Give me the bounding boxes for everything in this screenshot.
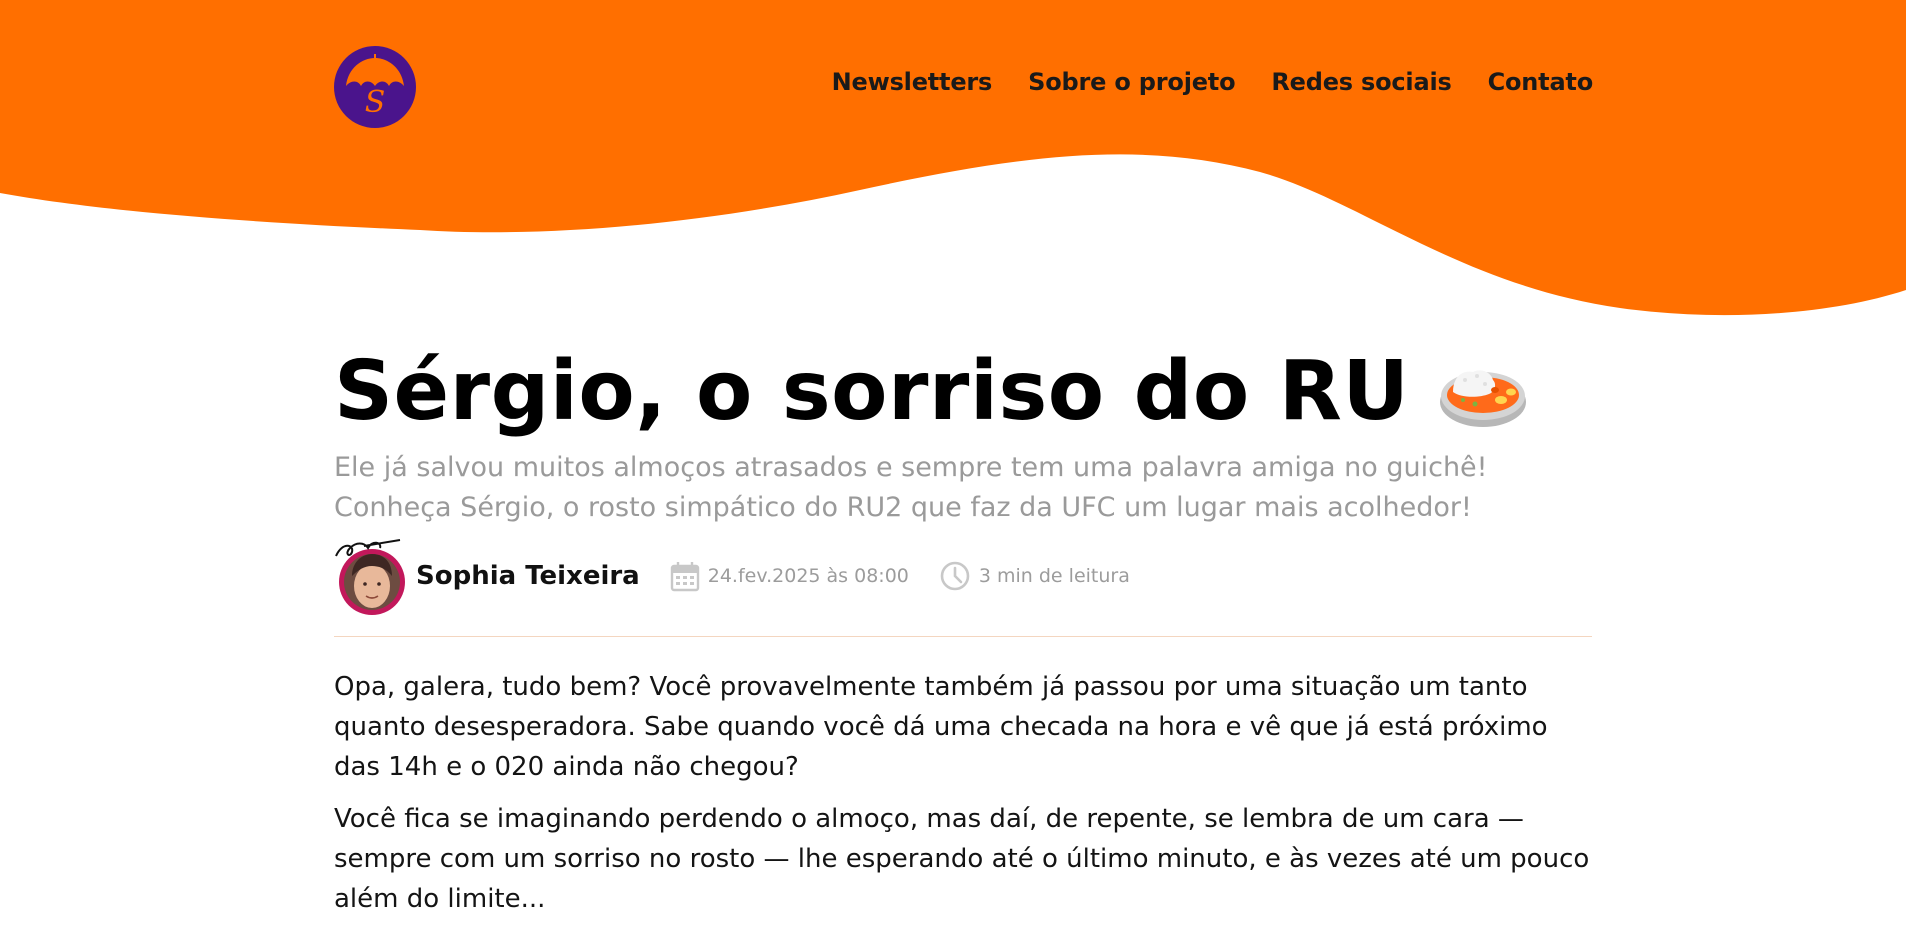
publish-date-text: 24.fev.2025 às 08:00 — [707, 565, 909, 587]
reading-time: 3 min de leitura — [939, 560, 1130, 592]
title-row: Sérgio, o sorriso do RU — [334, 340, 1592, 444]
article: Sérgio, o sorriso do RU Ele já salvou mu… — [334, 340, 1592, 931]
site-logo[interactable]: S — [334, 46, 416, 128]
article-paragraph: Opa, galera, tudo bem? Você provavelment… — [334, 672, 1548, 782]
publish-date: 24.fev.2025 às 08:00 — [670, 560, 909, 592]
nav-sobre-o-projeto[interactable]: Sobre o projeto — [1028, 68, 1235, 96]
svg-text:S: S — [365, 85, 386, 120]
article-title: Sérgio, o sorriso do RU — [334, 344, 1410, 439]
nav-contato[interactable]: Contato — [1488, 68, 1594, 96]
clock-icon — [940, 561, 970, 591]
article-subtitle: Ele já salvou muitos almoços atrasados e… — [334, 452, 1488, 523]
nav-redes-sociais[interactable]: Redes sociais — [1271, 68, 1451, 96]
curry-rice-icon — [1440, 370, 1527, 427]
author-name[interactable]: Sophia Teixeira — [416, 561, 640, 591]
author-avatar[interactable] — [334, 536, 406, 616]
calendar-icon — [670, 562, 699, 592]
meta-divider — [334, 636, 1592, 637]
article-paragraph: Você fica se imaginando perdendo o almoç… — [334, 804, 1590, 914]
main-nav: Newsletters Sobre o projeto Redes sociai… — [832, 68, 1594, 96]
nav-newsletters[interactable]: Newsletters — [832, 68, 993, 96]
article-body: Opa, galera, tudo bem? Você provavelment… — [334, 667, 1592, 919]
reading-time-text: 3 min de leitura — [978, 565, 1130, 587]
article-meta: Sophia Teixeira 24.fev.2025 às 08:00 3 m… — [334, 534, 1592, 618]
header-wave-background — [0, 0, 1906, 316]
umbrella-logo-icon: S — [334, 46, 416, 128]
